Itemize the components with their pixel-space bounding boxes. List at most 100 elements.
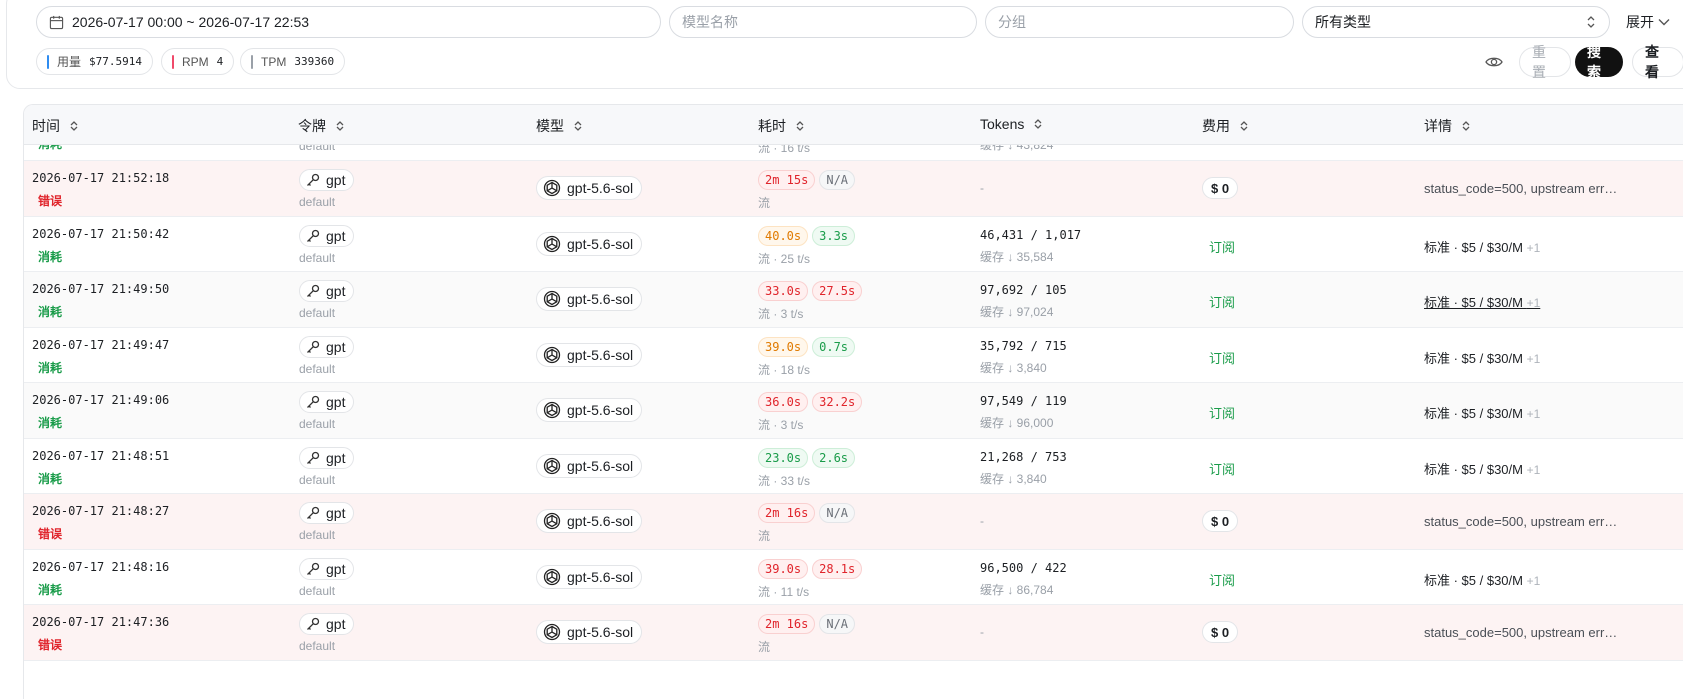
group-input[interactable]: 分组 — [985, 6, 1294, 38]
reset-button[interactable]: 重置 — [1519, 44, 1571, 80]
token-chip[interactable]: gpt — [299, 280, 355, 302]
token-chip[interactable]: gpt — [299, 335, 355, 358]
model-chip[interactable]: gpt-5.6-sol — [536, 564, 643, 589]
token-chip[interactable]: gpt — [299, 391, 355, 413]
total-time-tag: 33.0s — [758, 281, 809, 301]
detail-value: 标准 · $5 / $30/M — [1424, 461, 1523, 477]
table-row[interactable]: 2026-07-17 21:49:06 消耗 gpt default gpt-5… — [24, 383, 1683, 439]
duration-tags: 33.0s 27.5s — [758, 281, 866, 301]
first-token-time-tag: 28.1s — [812, 558, 863, 579]
subscription-label[interactable]: 订阅 — [1209, 459, 1235, 478]
column-header-token[interactable]: 令牌 — [298, 116, 344, 136]
column-header-cost[interactable]: 费用 — [1202, 116, 1248, 136]
detail-text[interactable]: 标准 · $5 / $30/M +1 — [1424, 570, 1540, 589]
detail-text[interactable]: status_code=500, upstream err… — [1424, 181, 1617, 196]
key-icon — [307, 229, 320, 242]
model-chip[interactable]: gpt-5.6-sol — [536, 453, 643, 478]
column-header-time[interactable]: 时间 — [32, 116, 78, 136]
request-time: 2026-07-17 21:48:16 — [32, 559, 170, 574]
subscription-label[interactable]: 订阅 — [1209, 237, 1235, 256]
token-chip[interactable]: gpt — [299, 446, 355, 469]
detail-text[interactable]: status_code=500, upstream err… — [1424, 625, 1617, 640]
model-chip[interactable]: gpt-5.6-sol — [536, 342, 643, 367]
column-header-model[interactable]: 模型 — [536, 116, 582, 136]
token-name: gpt — [326, 227, 346, 244]
column-label: Tokens — [980, 116, 1025, 132]
request-time: 2026-07-17 21:49:50 — [32, 282, 170, 296]
duration-tags: 39.0s 0.7s — [758, 336, 859, 357]
table-row[interactable]: 2026-07-17 21:48:16 消耗 gpt default gpt-5… — [24, 550, 1683, 605]
key-icon — [307, 617, 320, 630]
detail-text[interactable]: 标准 · $5 / $30/M +1 — [1424, 459, 1540, 478]
token-group: default — [299, 528, 336, 542]
sort-icon — [70, 121, 78, 131]
column-label: 费用 — [1202, 118, 1230, 134]
token-chip[interactable]: gpt — [299, 502, 355, 524]
token-chip[interactable]: gpt — [299, 557, 355, 580]
model-chip[interactable]: gpt-5.6-sol — [536, 509, 643, 533]
view-button[interactable]: 查看 — [1632, 44, 1683, 80]
eye-icon[interactable] — [1485, 54, 1503, 70]
detail-text[interactable]: status_code=500, upstream err… — [1424, 514, 1617, 529]
speed-label: 流 — [758, 640, 771, 654]
subscription-label[interactable]: 订阅 — [1209, 292, 1235, 311]
token-name: gpt — [326, 172, 346, 188]
detail-text[interactable]: 标准 · $5 / $30/M +1 — [1424, 403, 1540, 422]
detail-text[interactable]: 标准 · $5 / $30/M +1 — [1424, 292, 1540, 311]
openai-icon — [543, 235, 561, 252]
request-time: 2026-07-17 21:49:47 — [32, 337, 170, 352]
table-row[interactable]: 2026-07-17 21:47:36 错误 gpt default gpt-5… — [24, 605, 1683, 661]
token-chip[interactable]: gpt — [299, 169, 355, 191]
sort-icon — [1462, 121, 1470, 131]
model-chip[interactable]: gpt-5.6-sol — [536, 231, 643, 256]
request-time: 2026-07-17 21:50:42 — [32, 226, 170, 241]
column-label: 详情 — [1424, 118, 1452, 134]
token-name: gpt — [326, 449, 346, 466]
group-placeholder: 分组 — [998, 14, 1026, 30]
table-row[interactable]: 2026-07-17 21:48:27 错误 gpt default gpt-5… — [24, 494, 1683, 550]
total-time-tag: 39.0s — [758, 336, 809, 357]
total-time-tag: 2m 16s — [758, 614, 816, 634]
usage-stat: 用量 $77.5914 — [36, 48, 153, 75]
type-select-value: 所有类型 — [1315, 14, 1371, 30]
detail-text[interactable]: 标准 · $5 / $30/M +1 — [1424, 237, 1540, 256]
type-select[interactable]: 所有类型 — [1302, 6, 1610, 38]
table-row[interactable]: 2026-07-17 21:49:47 消耗 gpt default gpt-5… — [24, 328, 1683, 383]
key-icon — [307, 506, 320, 519]
usage-stat-bar — [47, 54, 49, 69]
subscription-label[interactable]: 订阅 — [1209, 348, 1235, 367]
column-label: 耗时 — [758, 118, 786, 134]
expand-button[interactable]: 展开 — [1626, 12, 1670, 32]
token-group: default — [299, 639, 336, 653]
model-chip[interactable]: gpt-5.6-sol — [536, 620, 643, 644]
token-chip[interactable]: gpt — [299, 613, 355, 635]
date-range-picker[interactable]: 2026-07-17 00:00 ~ 2026-07-17 22:53 — [36, 6, 661, 38]
status-label: 消耗 — [38, 360, 63, 375]
rpm-stat-value: 4 — [216, 55, 224, 68]
table-row[interactable]: 2026-07-17 21:50:42 消耗 gpt default gpt-5… — [24, 217, 1683, 272]
subscription-label[interactable]: 订阅 — [1209, 570, 1235, 589]
model-name-input[interactable]: 模型名称 — [669, 6, 977, 38]
table-row[interactable]: 2026-07-17 21:52:18 错误 gpt default gpt-5… — [24, 161, 1683, 217]
token-group: default — [299, 417, 336, 431]
model-name: gpt-5.6-sol — [567, 402, 634, 418]
key-icon — [307, 340, 320, 353]
rpm-stat-bar — [172, 54, 174, 69]
token-chip[interactable]: gpt — [299, 224, 355, 247]
model-chip[interactable]: gpt-5.6-sol — [536, 398, 643, 422]
table-row[interactable]: 2026-07-17 21:49:50 消耗 gpt default gpt-5… — [24, 272, 1683, 328]
column-header-duration[interactable]: 耗时 — [758, 116, 804, 136]
openai-icon — [543, 179, 561, 197]
subscription-label[interactable]: 订阅 — [1209, 403, 1235, 422]
column-header-tokens[interactable]: Tokens — [980, 116, 1042, 132]
search-button[interactable]: 搜索 — [1575, 44, 1623, 80]
duration-tags: 40.0s 3.3s — [758, 225, 859, 246]
detail-text[interactable]: 标准 · $5 / $30/M +1 — [1424, 348, 1540, 367]
model-chip[interactable]: gpt-5.6-sol — [536, 176, 643, 200]
column-header-detail[interactable]: 详情 — [1424, 116, 1470, 136]
log-table: 时间 令牌 模型 耗时 Tokens 费用 详情 消耗 default 流 · … — [23, 104, 1683, 699]
sort-icon — [1034, 119, 1042, 129]
cache-label: 缓存 ↓ 3,840 — [980, 471, 1047, 486]
model-chip[interactable]: gpt-5.6-sol — [536, 287, 643, 311]
table-row[interactable]: 2026-07-17 21:48:51 消耗 gpt default gpt-5… — [24, 439, 1683, 494]
